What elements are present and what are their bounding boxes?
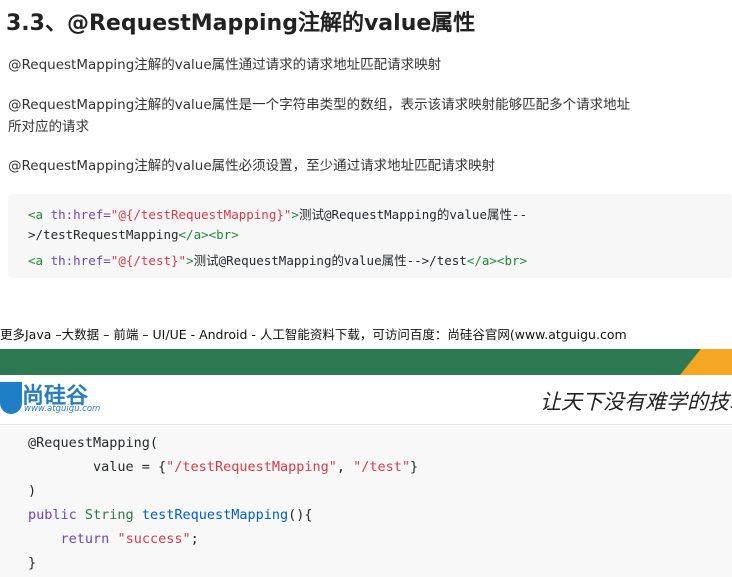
java-line-6: }: [28, 555, 37, 571]
paragraph-value-array-line1: @RequestMapping注解的value属性是一个字符串类型的数组，表示该…: [8, 97, 631, 113]
brand-logo-url: www.atguigu.com: [24, 404, 101, 414]
java-method-name: testRequestMapping: [141, 507, 289, 523]
code-line-1: <a th:href="@{/testRequestMapping}">测试@R…: [28, 204, 527, 223]
html-code-block: <a th:href="@{/testRequestMapping}">测试@R…: [8, 194, 732, 278]
code-attr: th:href=: [50, 207, 111, 222]
code-link-text-cont: >/testRequestMapping: [28, 227, 179, 242]
java-code-text: ,: [336, 459, 354, 475]
footer-green-band: [0, 349, 732, 375]
java-code-text: (){: [288, 507, 313, 523]
code-attr-value: "@{/test}": [110, 253, 187, 268]
java-line-2: value = {"/testRequestMapping", "/test"}: [28, 459, 418, 475]
java-keyword: return: [60, 531, 110, 547]
java-string: "success": [117, 531, 191, 547]
java-string: "/test": [353, 459, 411, 475]
code-tag-end: </a><br>: [466, 253, 528, 268]
java-line-5: return "success";: [28, 531, 199, 547]
code-tag-open: <a: [28, 207, 51, 222]
code-attr: th:href=: [50, 253, 111, 268]
code-tag-close: >: [291, 207, 299, 222]
code-line-3: <a th:href="@{/test}">测试@RequestMapping的…: [28, 250, 527, 269]
brand-logo-icon: [0, 382, 22, 414]
java-line-1: @RequestMapping(: [28, 435, 159, 451]
code-link-text: 测试@RequestMapping的value属性-->/test: [193, 253, 467, 268]
java-line-3: ): [28, 483, 37, 499]
java-string: "/testRequestMapping": [166, 459, 337, 475]
brand-slogan: 让天下没有难学的技术: [540, 390, 732, 414]
java-keyword: public: [28, 507, 77, 523]
java-code-text: }: [410, 459, 419, 475]
code-tag-end: </a><br>: [178, 227, 239, 242]
paragraph-value-array-line2: 所对应的请求: [8, 119, 89, 135]
code-attr-value: "@{/testRequestMapping}": [110, 207, 292, 222]
code-tag-open: <a: [28, 253, 51, 268]
paragraph-value-array: @RequestMapping注解的value属性是一个字符串类型的数组，表示该…: [8, 94, 730, 138]
section-heading: 3.3、@RequestMapping注解的value属性: [6, 11, 476, 36]
code-line-2: >/testRequestMapping</a><br>: [28, 227, 239, 242]
code-link-text: 测试@RequestMapping的value属性--: [298, 207, 528, 222]
java-code-block: @RequestMapping( value = {"/testRequestM…: [0, 424, 732, 577]
java-code-text: value = {: [28, 459, 167, 475]
java-type: String: [84, 507, 134, 523]
paragraph-value-required: @RequestMapping注解的value属性必须设置，至少通过请求地址匹配…: [8, 158, 496, 174]
java-line-4: public String testRequestMapping(){: [28, 507, 313, 523]
footer-resource-text: 更多Java –大数据 – 前端 – UI/UE - Android - 人工智…: [0, 327, 627, 342]
java-code-text: ;: [190, 531, 199, 547]
brand-header: 尚硅谷 www.atguigu.com 让天下没有难学的技术: [0, 378, 732, 420]
paragraph-value-matching: @RequestMapping注解的value属性通过请求的请求地址匹配请求映射: [8, 57, 442, 73]
code-tag-close: >: [186, 253, 194, 268]
